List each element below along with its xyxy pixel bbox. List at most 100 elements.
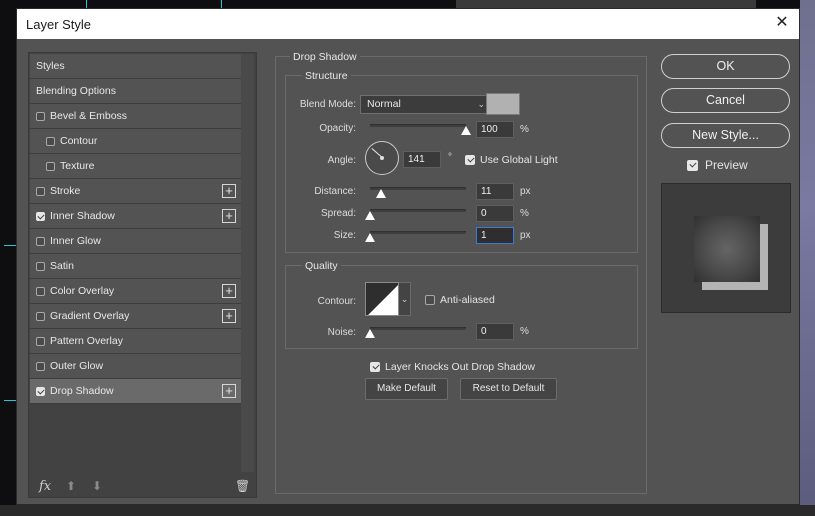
quality-heading: Quality — [302, 260, 341, 272]
styles-item-label: Inner Glow — [50, 235, 101, 247]
opacity-unit: % — [520, 124, 529, 135]
styles-item-label: Satin — [50, 260, 74, 272]
styles-item-checkbox[interactable] — [46, 162, 55, 171]
styles-item-checkbox[interactable] — [36, 362, 45, 371]
styles-item-checkbox[interactable] — [36, 112, 45, 121]
styles-item-pattern-overlay[interactable]: Pattern Overlay — [30, 329, 241, 354]
use-global-light-label: Use Global Light — [480, 154, 558, 166]
contour-picker[interactable] — [365, 282, 399, 316]
distance-unit: px — [520, 186, 531, 197]
trash-icon[interactable]: 🗑 — [235, 479, 250, 493]
styles-item-inner-glow[interactable]: Inner Glow — [30, 229, 241, 254]
make-default-button[interactable]: Make Default — [365, 378, 448, 400]
styles-item-label: Contour — [60, 135, 98, 147]
styles-item-checkbox[interactable] — [36, 237, 45, 246]
styles-item-satin[interactable]: Satin — [30, 254, 241, 279]
angle-input[interactable]: 141 — [403, 151, 441, 168]
distance-input[interactable]: 11 — [476, 183, 514, 200]
guide-line — [4, 400, 16, 401]
styles-item-checkbox[interactable] — [36, 312, 45, 321]
move-up-icon[interactable]: ⬆ — [66, 479, 76, 493]
move-down-icon[interactable]: ⬇ — [92, 479, 102, 493]
styles-item-contour[interactable]: Contour — [30, 129, 241, 154]
background-desktop-edge — [800, 0, 815, 516]
styles-item-checkbox[interactable] — [36, 212, 45, 221]
contour-dropdown-chevron-icon[interactable]: ⌄ — [399, 282, 411, 316]
spread-label: Spread: — [320, 208, 356, 219]
styles-scrollbar[interactable] — [241, 54, 254, 472]
styles-item-inner-shadow[interactable]: Inner Shadow + — [30, 204, 241, 229]
size-slider-thumb[interactable] — [365, 233, 376, 242]
styles-item-checkbox[interactable] — [36, 262, 45, 271]
use-global-light-checkbox[interactable] — [465, 155, 475, 165]
styles-item-checkbox[interactable] — [36, 187, 45, 196]
styles-item-label: Blending Options — [36, 85, 116, 97]
opacity-slider-thumb[interactable] — [461, 126, 471, 135]
styles-item-gradient-overlay[interactable]: Gradient Overlay + — [30, 304, 241, 329]
noise-slider-track[interactable] — [370, 327, 466, 330]
ok-button[interactable]: OK — [661, 54, 790, 79]
opacity-input[interactable]: 100 — [476, 121, 514, 138]
fx-icon[interactable]: fx — [39, 479, 51, 494]
styles-item-stroke[interactable]: Stroke + — [30, 179, 241, 204]
styles-item-texture[interactable]: Texture — [30, 154, 241, 179]
styles-item-label: Texture — [60, 160, 95, 172]
styles-item-checkbox[interactable] — [46, 137, 55, 146]
styles-item-label: Gradient Overlay — [50, 310, 130, 322]
styles-item-checkbox[interactable] — [36, 287, 45, 296]
styles-item-drop-shadow[interactable]: Drop Shadow + — [30, 379, 241, 404]
size-input[interactable]: 1 — [476, 227, 514, 244]
distance-slider-thumb[interactable] — [375, 189, 386, 198]
spread-input[interactable]: 0 — [476, 205, 514, 222]
styles-item-outer-glow[interactable]: Outer Glow — [30, 354, 241, 379]
styles-footer: fx ⬆ ⬇ 🗑 — [29, 479, 256, 497]
structure-group: Structure Blend Mode: Normal ⌄ Opacity: … — [285, 70, 638, 253]
spread-unit: % — [520, 208, 529, 219]
add-effect-plus-icon[interactable]: + — [222, 384, 236, 398]
add-effect-plus-icon[interactable]: + — [222, 284, 236, 298]
close-icon[interactable]: ✕ — [773, 14, 791, 32]
reset-to-default-button[interactable]: Reset to Default — [460, 378, 557, 400]
preview-checkbox[interactable] — [687, 160, 698, 171]
styles-item-checkbox[interactable] — [36, 387, 45, 396]
angle-dial-center — [380, 156, 384, 160]
styles-item-label: Drop Shadow — [50, 385, 114, 397]
add-effect-plus-icon[interactable]: + — [222, 184, 236, 198]
guide-line — [4, 245, 16, 246]
preview-label: Preview — [705, 158, 748, 172]
styles-item-styles[interactable]: Styles — [30, 54, 241, 79]
styles-item-label: Outer Glow — [50, 360, 104, 372]
styles-item-label: Color Overlay — [50, 285, 115, 297]
layer-knocks-out-label: Layer Knocks Out Drop Shadow — [385, 361, 535, 373]
opacity-slider-track[interactable] — [370, 124, 466, 127]
noise-slider-thumb[interactable] — [365, 329, 375, 338]
spread-slider-thumb[interactable] — [365, 211, 375, 220]
angle-dial[interactable] — [365, 141, 399, 175]
cancel-button[interactable]: Cancel — [661, 88, 790, 113]
guide-line — [86, 0, 87, 8]
drop-shadow-heading: Drop Shadow — [290, 51, 360, 63]
layer-knocks-out-checkbox[interactable] — [370, 362, 380, 372]
shadow-color-swatch[interactable] — [486, 93, 520, 115]
size-slider-track[interactable] — [370, 231, 466, 234]
add-effect-plus-icon[interactable]: + — [222, 309, 236, 323]
styles-item-blending-options[interactable]: Blending Options — [30, 79, 241, 104]
layer-style-dialog: Layer Style ✕ Styles Blending Options Beve… — [16, 8, 800, 505]
styles-item-color-overlay[interactable]: Color Overlay + — [30, 279, 241, 304]
contour-label: Contour: — [317, 296, 356, 307]
styles-item-bevel-and-emboss[interactable]: Bevel & Emboss — [30, 104, 241, 129]
styles-panel: Styles Blending Options Bevel & Emboss Cont… — [28, 52, 257, 498]
background-bottom-strip — [0, 505, 815, 516]
new-style-button[interactable]: New Style... — [661, 123, 790, 148]
anti-aliased-checkbox[interactable] — [425, 295, 435, 305]
blend-mode-select[interactable]: Normal ⌄ — [360, 95, 490, 114]
spread-slider-track[interactable] — [370, 209, 466, 212]
blend-mode-value: Normal — [367, 98, 401, 110]
degree-unit: ° — [448, 152, 452, 163]
styles-item-checkbox[interactable] — [36, 337, 45, 346]
blend-mode-label: Blend Mode: — [299, 99, 356, 110]
noise-label: Noise: — [327, 327, 356, 338]
styles-item-label: Pattern Overlay — [50, 335, 123, 347]
noise-input[interactable]: 0 — [476, 323, 514, 340]
add-effect-plus-icon[interactable]: + — [222, 209, 236, 223]
